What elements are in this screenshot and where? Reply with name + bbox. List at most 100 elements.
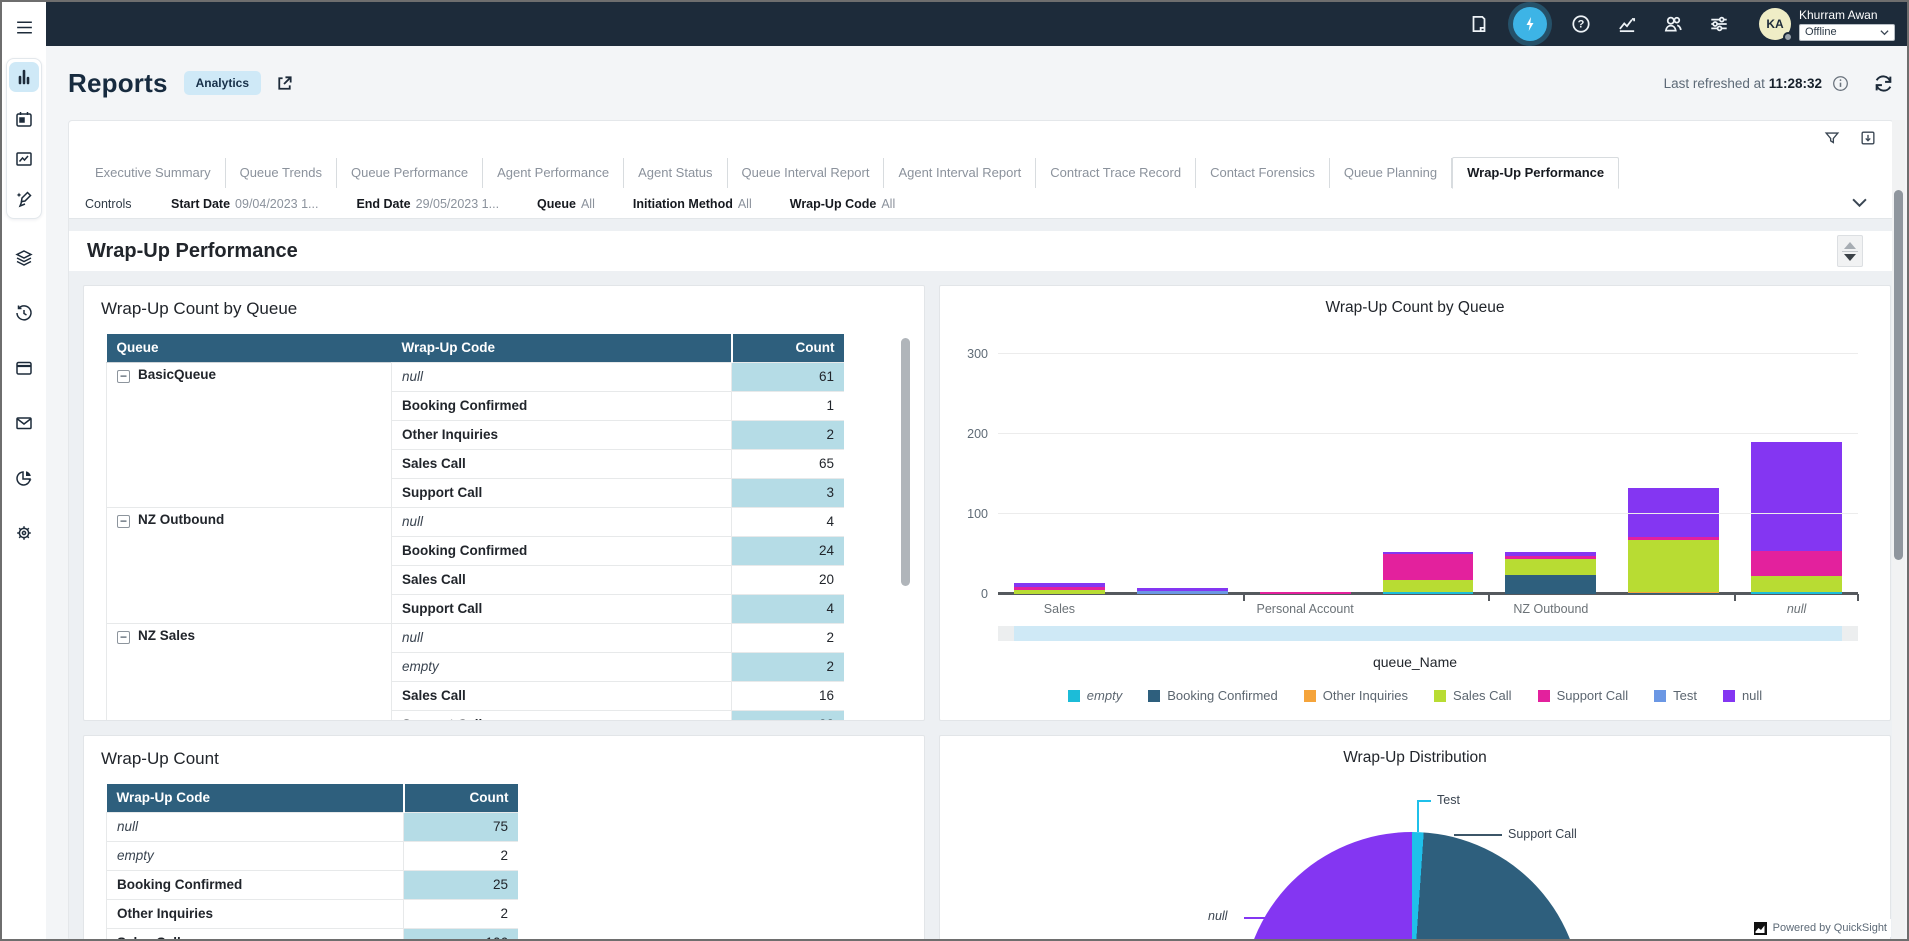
legend-item-null[interactable]: null [1723, 688, 1762, 703]
collapse-icon[interactable]: − [117, 515, 130, 528]
bar-segment-test[interactable] [1137, 591, 1228, 594]
bar-segment-support-call[interactable] [1260, 592, 1351, 594]
column-header-count[interactable]: Count [404, 784, 519, 812]
tab-queue-planning[interactable]: Queue Planning [1330, 158, 1452, 188]
stacked-bar-personal-account[interactable] [1260, 592, 1351, 594]
tab-wrap-up-performance[interactable]: Wrap-Up Performance [1452, 157, 1619, 189]
tab-agent-interval-report[interactable]: Agent Interval Report [884, 158, 1036, 188]
x-tick-label [1121, 602, 1244, 616]
bar-segment-booking-confirmed[interactable] [1628, 593, 1719, 594]
bar-segment-sales-call[interactable] [1751, 576, 1842, 592]
legend-item-booking-confirmed[interactable]: Booking Confirmed [1148, 688, 1278, 703]
external-link-icon[interactable] [275, 74, 294, 93]
legend-item-other-inquiries[interactable]: Other Inquiries [1304, 688, 1408, 703]
avatar[interactable]: KA [1759, 8, 1791, 40]
bar-segment-sales-call[interactable] [1628, 540, 1719, 592]
stacked-bar-unlabeled[interactable] [1628, 488, 1719, 594]
tab-executive-summary[interactable]: Executive Summary [81, 158, 226, 188]
collapse-icon[interactable]: − [117, 631, 130, 644]
scroll-right-cap[interactable] [1842, 626, 1858, 641]
legend-item-sales-call[interactable]: Sales Call [1434, 688, 1512, 703]
svg-text:?: ? [1578, 19, 1585, 31]
legend-item-support-call[interactable]: Support Call [1538, 688, 1629, 703]
filter-start-date[interactable]: Start Date09/04/2023 1... [171, 197, 318, 211]
filter-wrap-up-code[interactable]: Wrap-Up CodeAll [790, 197, 895, 211]
analytics-badge: Analytics [184, 71, 261, 95]
chart-horizontal-scrollbar[interactable] [998, 626, 1858, 641]
bar-segment-support-call[interactable] [1751, 551, 1842, 577]
bar-segment-sales-call[interactable] [1505, 559, 1596, 575]
sidebar-item-calendar[interactable] [10, 106, 38, 132]
users-icon[interactable] [1661, 12, 1685, 36]
table-scrollbar[interactable] [901, 338, 910, 586]
legend-swatch [1654, 690, 1666, 702]
agent-status-select[interactable]: Offline [1799, 24, 1895, 41]
bar-segment-sales-call[interactable] [1383, 580, 1474, 593]
note-icon[interactable] [1467, 12, 1491, 36]
sidebar-item-history[interactable] [10, 300, 38, 326]
bar-segment-empty[interactable] [1751, 592, 1842, 594]
legend-item-empty[interactable]: empty [1068, 688, 1122, 703]
tab-queue-trends[interactable]: Queue Trends [226, 158, 337, 188]
bar-segment-empty[interactable] [1383, 592, 1474, 594]
count-cell: 4 [732, 594, 845, 623]
menu-icon[interactable] [10, 14, 38, 40]
tab-contact-forensics[interactable]: Contact Forensics [1196, 158, 1330, 188]
sidebar-item-analytics[interactable] [10, 465, 38, 491]
refresh-icon[interactable] [1873, 73, 1894, 94]
stacked-bar-unlabeled[interactable] [1137, 588, 1228, 594]
tab-queue-interval-report[interactable]: Queue Interval Report [728, 158, 885, 188]
bar-segment-support-call[interactable] [1383, 554, 1474, 580]
sidebar-item-workspace[interactable] [10, 355, 38, 381]
collapse-icon[interactable]: − [117, 370, 130, 383]
filter-icon[interactable] [1823, 129, 1841, 147]
tab-queue-performance[interactable]: Queue Performance [337, 158, 483, 188]
info-icon[interactable] [1832, 75, 1849, 92]
column-header-count[interactable]: Count [732, 334, 845, 362]
sidebar-item-metrics[interactable] [10, 146, 38, 172]
page-down-button[interactable] [1844, 254, 1856, 261]
sidebar-item-reports[interactable] [9, 62, 39, 92]
tab-contract-trace-record[interactable]: Contract Trace Record [1036, 158, 1196, 188]
chart-legend: empty Booking Confirmed Other Inquiries Sal… [940, 688, 1890, 703]
page-up-button[interactable] [1844, 242, 1856, 249]
sliders-icon[interactable] [1707, 12, 1731, 36]
x-axis-tick [1734, 594, 1736, 601]
filter-end-date[interactable]: End Date29/05/2023 1... [356, 197, 499, 211]
tab-agent-status[interactable]: Agent Status [624, 158, 727, 188]
filter-initiation-method[interactable]: Initiation MethodAll [633, 197, 752, 211]
controls-expand-chevron[interactable] [1852, 197, 1867, 211]
x-tick-label [1612, 602, 1735, 616]
wrapup-code-cell: null [392, 507, 732, 536]
offline-status-dot [1783, 32, 1793, 42]
metrics-icon[interactable] [1615, 12, 1639, 36]
bar-segment-sales-call[interactable] [1014, 590, 1105, 594]
sidebar-item-mail[interactable] [10, 410, 38, 436]
scroll-left-cap[interactable] [998, 626, 1014, 641]
sidebar-item-settings[interactable] [10, 520, 38, 546]
y-tick-label: 300 [954, 347, 988, 361]
pie-chart[interactable] [1242, 832, 1582, 941]
tab-agent-performance[interactable]: Agent Performance [483, 158, 624, 188]
controls-filters: Start Date09/04/2023 1... End Date29/05/2… [171, 197, 933, 211]
stacked-bar-nz-outbound[interactable] [1505, 552, 1596, 594]
filter-queue[interactable]: QueueAll [537, 197, 595, 211]
bar-segment-null[interactable] [1751, 442, 1842, 551]
sidebar-item-datasets[interactable] [10, 245, 38, 271]
download-icon[interactable] [1859, 129, 1877, 147]
legend-item-test[interactable]: Test [1654, 688, 1697, 703]
column-header-wrap-up-code[interactable]: Wrap-Up Code [107, 784, 404, 812]
stacked-bar-unlabeled[interactable] [1383, 552, 1474, 594]
column-header-wrap-up-code[interactable]: Wrap-Up Code [392, 334, 732, 362]
page-scrollbar-thumb[interactable] [1894, 190, 1903, 560]
column-header-queue[interactable]: Queue [107, 334, 392, 362]
quick-actions-button[interactable] [1513, 7, 1547, 41]
stacked-bar-null[interactable] [1751, 442, 1842, 594]
gridline [998, 353, 1858, 354]
bar-segment-booking-confirmed[interactable] [1505, 575, 1596, 594]
card-wrapup-distribution: Wrap-Up Distribution Test Support Call n… [939, 735, 1891, 941]
help-icon[interactable]: ? [1569, 12, 1593, 36]
sidebar-item-authoring[interactable] [10, 186, 38, 212]
stacked-bar-sales[interactable] [1014, 583, 1105, 594]
callout-support-call: Support Call [1508, 827, 1577, 841]
